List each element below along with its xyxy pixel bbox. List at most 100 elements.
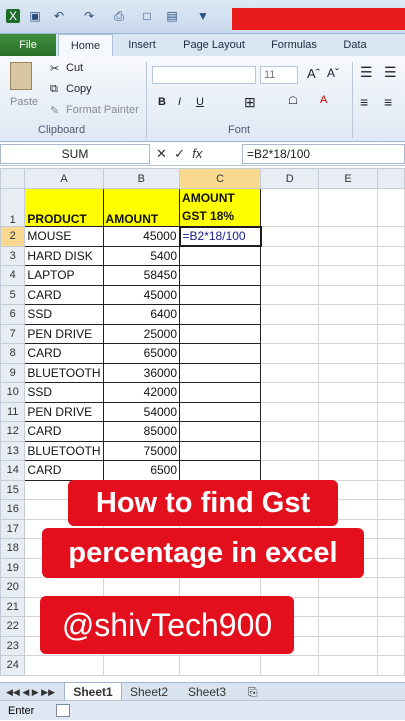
tab-file[interactable]: File [0, 34, 56, 56]
cell[interactable] [260, 265, 320, 286]
cell-amount[interactable]: 25000 [102, 323, 181, 344]
cell[interactable] [376, 596, 405, 617]
row-header[interactable]: 16 [0, 499, 26, 520]
tab-sheet3[interactable]: Sheet3 [188, 683, 226, 701]
cell[interactable] [179, 655, 262, 676]
cell[interactable] [260, 421, 320, 442]
align-middle-icon[interactable]: ☰ [384, 64, 397, 81]
cell[interactable] [260, 343, 320, 364]
tab-insert[interactable]: Insert [118, 34, 166, 56]
confirm-icon[interactable]: ✓ [174, 146, 185, 161]
cell[interactable] [376, 557, 405, 578]
cell[interactable] [318, 265, 378, 286]
cell[interactable] [376, 304, 405, 325]
cell[interactable] [179, 577, 262, 598]
cell-gst[interactable] [179, 440, 262, 461]
cell[interactable] [318, 421, 378, 442]
cell[interactable] [376, 245, 405, 266]
sheet-nav-icon[interactable]: ◀◀ ◀ ▶ ▶▶ [6, 683, 55, 701]
grow-font-icon[interactable]: Aˆ [307, 66, 320, 81]
cell-product[interactable]: CARD [24, 460, 104, 481]
cell[interactable] [318, 362, 378, 383]
cell-gst[interactable] [179, 421, 262, 442]
cell-gst[interactable] [179, 284, 262, 305]
row-header[interactable]: 21 [0, 596, 26, 617]
font-color-icon[interactable]: A [320, 94, 327, 106]
cell-product[interactable]: BLUETOOTH [24, 362, 104, 383]
cell-amount[interactable]: 54000 [102, 401, 181, 422]
cell[interactable] [376, 460, 405, 481]
cut-icon[interactable]: ✂ [50, 62, 59, 75]
cell-product[interactable]: MOUSE [24, 226, 104, 247]
row-header[interactable]: 24 [0, 655, 26, 676]
cell[interactable] [318, 440, 378, 461]
borders-icon[interactable]: ⊞ [244, 94, 256, 111]
row-header[interactable]: 12 [0, 421, 26, 442]
row-header[interactable]: 4 [0, 265, 26, 286]
cell-header-product[interactable]: PRODUCT [24, 188, 104, 227]
cell[interactable] [376, 401, 405, 422]
cell[interactable] [260, 304, 320, 325]
cell[interactable] [24, 577, 104, 598]
column-header[interactable]: D [260, 168, 320, 189]
select-all-corner[interactable] [0, 168, 26, 189]
cell[interactable] [376, 265, 405, 286]
cell-header-gst[interactable]: AMOUNT GST 18% [179, 188, 262, 227]
tab-formulas[interactable]: Formulas [262, 34, 326, 56]
tab-sheet1[interactable]: Sheet1 [64, 683, 122, 701]
cell-gst[interactable] [179, 382, 262, 403]
cell[interactable] [376, 188, 405, 227]
italic-icon[interactable]: I [178, 96, 181, 108]
copy-button[interactable]: Copy [66, 83, 92, 95]
align-center-icon[interactable]: ≡ [384, 94, 392, 110]
cell[interactable] [260, 245, 320, 266]
column-header[interactable]: A [24, 168, 104, 189]
row-header[interactable]: 1 [0, 188, 26, 227]
name-box[interactable]: SUM [0, 144, 150, 164]
cell[interactable] [318, 655, 378, 676]
cell[interactable] [318, 343, 378, 364]
row-header[interactable]: 14 [0, 460, 26, 481]
cell[interactable] [260, 401, 320, 422]
tab-sheet2[interactable]: Sheet2 [130, 683, 168, 701]
cell[interactable] [318, 635, 378, 656]
cell[interactable] [376, 538, 405, 559]
cell[interactable] [318, 284, 378, 305]
cell[interactable] [376, 421, 405, 442]
cell[interactable] [376, 284, 405, 305]
cell[interactable] [376, 635, 405, 656]
cell[interactable] [260, 323, 320, 344]
cell[interactable] [376, 382, 405, 403]
row-header[interactable]: 19 [0, 557, 26, 578]
print-icon[interactable]: ⎙ [112, 9, 126, 23]
cell[interactable] [318, 188, 378, 227]
cell[interactable] [260, 382, 320, 403]
align-top-icon[interactable]: ☰ [360, 64, 373, 81]
cell-product[interactable]: CARD [24, 284, 104, 305]
cell[interactable] [318, 323, 378, 344]
filter-icon[interactable]: ▼ [196, 9, 210, 23]
formula-input[interactable]: =B2*18/100 [242, 144, 405, 164]
row-header[interactable]: 18 [0, 538, 26, 559]
row-header[interactable]: 11 [0, 401, 26, 422]
row-header[interactable]: 7 [0, 323, 26, 344]
chart-icon[interactable]: ▤ [165, 9, 179, 23]
cell[interactable] [102, 655, 181, 676]
column-header[interactable]: B [102, 168, 181, 189]
cell-header-amount[interactable]: AMOUNT [102, 188, 181, 227]
cell[interactable] [318, 460, 378, 481]
cell-amount[interactable]: 6400 [102, 304, 181, 325]
cell-gst[interactable] [179, 265, 262, 286]
cell[interactable] [260, 188, 320, 227]
cell-gst[interactable] [179, 401, 262, 422]
format-painter-icon[interactable]: ✎ [50, 104, 59, 117]
cell[interactable] [260, 460, 320, 481]
cell-amount[interactable]: 6500 [102, 460, 181, 481]
underline-icon[interactable]: U [196, 96, 204, 108]
column-header[interactable]: C [179, 168, 262, 189]
cell[interactable] [376, 323, 405, 344]
cell-amount[interactable]: 45000 [102, 284, 181, 305]
cell-amount[interactable]: 58450 [102, 265, 181, 286]
tab-page-layout[interactable]: Page Layout [175, 34, 253, 56]
cell-amount[interactable]: 5400 [102, 245, 181, 266]
